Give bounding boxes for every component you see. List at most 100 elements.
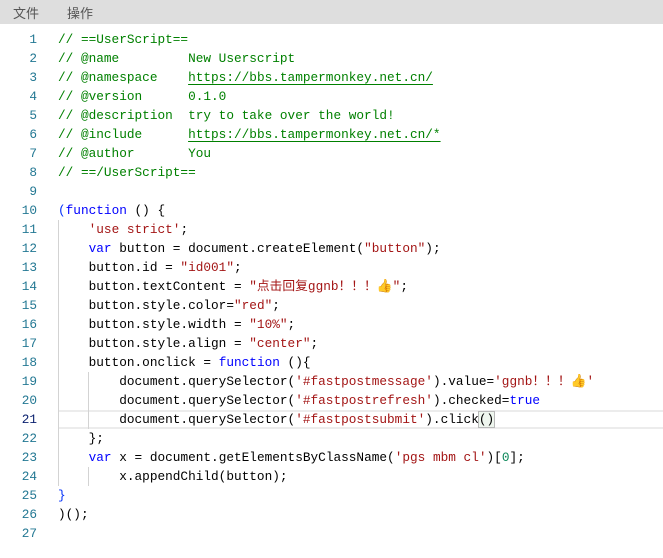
code-line[interactable]: 23 var x = document.getElementsByClassNa… bbox=[0, 448, 663, 467]
menu-bar: 文件 操作 bbox=[0, 0, 663, 24]
token-string: "id001" bbox=[180, 260, 234, 275]
line-code: // @include https://bbs.tampermonkey.net… bbox=[58, 125, 441, 144]
token-comment: // ==/UserScript== bbox=[58, 165, 196, 180]
code-line[interactable]: 26 )(); bbox=[0, 505, 663, 524]
token-match: () bbox=[477, 411, 496, 428]
token-link[interactable]: https://bbs.tampermonkey.net.cn/* bbox=[188, 127, 441, 142]
line-number: 17 bbox=[21, 336, 37, 351]
token-string: '#fastpostrefresh' bbox=[295, 393, 433, 408]
indent-guide bbox=[58, 220, 59, 486]
code-line[interactable]: 18 button.onclick = function (){ bbox=[0, 353, 663, 372]
line-number: 9 bbox=[29, 184, 37, 199]
line-code: // @namespace https://bbs.tampermonkey.n… bbox=[58, 68, 433, 87]
line-code: x.appendChild(button); bbox=[58, 467, 288, 486]
menu-actions[interactable]: 操作 bbox=[67, 3, 93, 22]
token-plain: ; bbox=[310, 336, 319, 351]
code-line[interactable]: 16 button.style.width = "10%"; bbox=[0, 315, 663, 334]
token-comment: // @include bbox=[58, 127, 189, 142]
code-line[interactable]: 15 button.style.color="red"; bbox=[0, 296, 663, 315]
code-line[interactable]: 17 button.style.align = "center"; bbox=[0, 334, 663, 353]
line-code: // @description try to take over the wor… bbox=[58, 106, 395, 125]
line-code: // ==UserScript== bbox=[58, 30, 188, 49]
line-number: 14 bbox=[21, 279, 37, 294]
line-number: 22 bbox=[21, 431, 37, 446]
code-line[interactable]: 24 x.appendChild(button); bbox=[0, 467, 663, 486]
line-code: // @author You bbox=[58, 144, 211, 163]
token-plain: button.id = bbox=[58, 260, 181, 275]
token-plain: ; bbox=[287, 317, 296, 332]
code-line[interactable]: 7 // @author You bbox=[0, 144, 663, 163]
indent-guide bbox=[88, 467, 89, 486]
line-code: document.querySelector('#fastpostmessage… bbox=[58, 372, 594, 391]
line-number: 6 bbox=[29, 127, 37, 142]
token-keyword: function bbox=[218, 355, 280, 370]
code-line[interactable]: 21 document.querySelector('#fastpostsubm… bbox=[22, 410, 663, 429]
line-code: button.style.align = "center"; bbox=[58, 334, 319, 353]
token-string: 'use strict' bbox=[88, 222, 181, 237]
code-line[interactable]: 8 // ==/UserScript== bbox=[0, 163, 663, 182]
line-code: button.textContent = "点击回复ggnb！！！👍"; bbox=[58, 277, 408, 296]
line-code: document.querySelector('#fastpostsubmit'… bbox=[58, 411, 496, 428]
line-number: 26 bbox=[21, 507, 37, 522]
code-line[interactable]: 20 document.querySelector('#fastpostrefr… bbox=[0, 391, 663, 410]
token-plain: button = document.createElement( bbox=[111, 241, 365, 256]
code-line[interactable]: 12 var button = document.createElement("… bbox=[0, 239, 663, 258]
token-link[interactable]: https://bbs.tampermonkey.net.cn/ bbox=[188, 70, 433, 85]
token-plain: document.querySelector( bbox=[58, 374, 296, 389]
line-code: button.id = "id001"; bbox=[58, 258, 242, 277]
code-line[interactable]: 13 button.id = "id001"; bbox=[0, 258, 663, 277]
code-line[interactable]: 6 // @include https://bbs.tampermonkey.ne… bbox=[0, 125, 663, 144]
line-code: )(); bbox=[58, 505, 89, 524]
line-number: 15 bbox=[21, 298, 37, 313]
line-code: button.style.width = "10%"; bbox=[58, 315, 296, 334]
code-line[interactable]: 10 (function () { bbox=[0, 201, 663, 220]
line-code: var button = document.createElement("but… bbox=[58, 239, 441, 258]
menu-file[interactable]: 文件 bbox=[13, 3, 39, 22]
line-number: 25 bbox=[21, 488, 37, 503]
code-line[interactable]: 27 bbox=[0, 524, 663, 543]
token-plain: button.style.color= bbox=[58, 298, 234, 313]
code-line[interactable]: 11 'use strict'; bbox=[0, 220, 663, 239]
token-plain: button.onclick = bbox=[58, 355, 219, 370]
token-plain: ).value= bbox=[432, 374, 495, 389]
code-line[interactable]: 19 document.querySelector('#fastpostmess… bbox=[0, 372, 663, 391]
line-code: button.style.color="red"; bbox=[58, 296, 280, 315]
line-number: 3 bbox=[29, 70, 37, 85]
token-plain: () { bbox=[126, 203, 166, 218]
code-line[interactable]: 9 bbox=[0, 182, 663, 201]
code-line[interactable]: 14 button.textContent = "点击回复ggnb！！！👍"; bbox=[0, 277, 663, 296]
line-code: button.onclick = function (){ bbox=[58, 353, 311, 372]
line-number: 10 bbox=[21, 203, 37, 218]
token-keyword: true bbox=[509, 393, 541, 408]
token-string: "button" bbox=[364, 241, 426, 256]
token-plain: (){ bbox=[279, 355, 311, 370]
token-bracket: ( bbox=[58, 203, 66, 218]
line-number: 21 bbox=[21, 412, 37, 427]
code-line[interactable]: 5 // @description try to take over the wo… bbox=[0, 106, 663, 125]
line-code: // @version 0.1.0 bbox=[58, 87, 226, 106]
token-comment: // ==UserScript== bbox=[58, 32, 189, 47]
token-comment: // @version 0.1.0 bbox=[58, 89, 227, 104]
code-editor[interactable]: 1 // ==UserScript== 2 // @name New Userscri… bbox=[0, 30, 663, 558]
line-number: 12 bbox=[21, 241, 37, 256]
code-line[interactable]: 2 // @name New Userscript bbox=[0, 49, 663, 68]
line-number: 8 bbox=[29, 165, 37, 180]
token-plain: ; bbox=[180, 222, 189, 237]
indent-guide bbox=[88, 372, 89, 429]
code-line[interactable]: 1 // ==UserScript== bbox=[0, 30, 663, 49]
code-line[interactable]: 22 }; bbox=[0, 429, 663, 448]
code-line[interactable]: 3 // @namespace https://bbs.tampermonkey.… bbox=[0, 68, 663, 87]
token-plain: x.appendChild(button); bbox=[58, 469, 288, 484]
line-number: 20 bbox=[21, 393, 37, 408]
token-plain: ; bbox=[272, 298, 280, 313]
token-plain: document.querySelector( bbox=[58, 393, 296, 408]
token-string: "center" bbox=[249, 336, 311, 351]
code-line[interactable]: 4 // @version 0.1.0 bbox=[0, 87, 663, 106]
code-line[interactable]: 25} bbox=[0, 486, 663, 505]
line-number: 11 bbox=[21, 222, 37, 237]
line-code: // ==/UserScript== bbox=[58, 163, 196, 182]
line-number: 23 bbox=[21, 450, 37, 465]
token-plain: )[ bbox=[486, 450, 502, 465]
